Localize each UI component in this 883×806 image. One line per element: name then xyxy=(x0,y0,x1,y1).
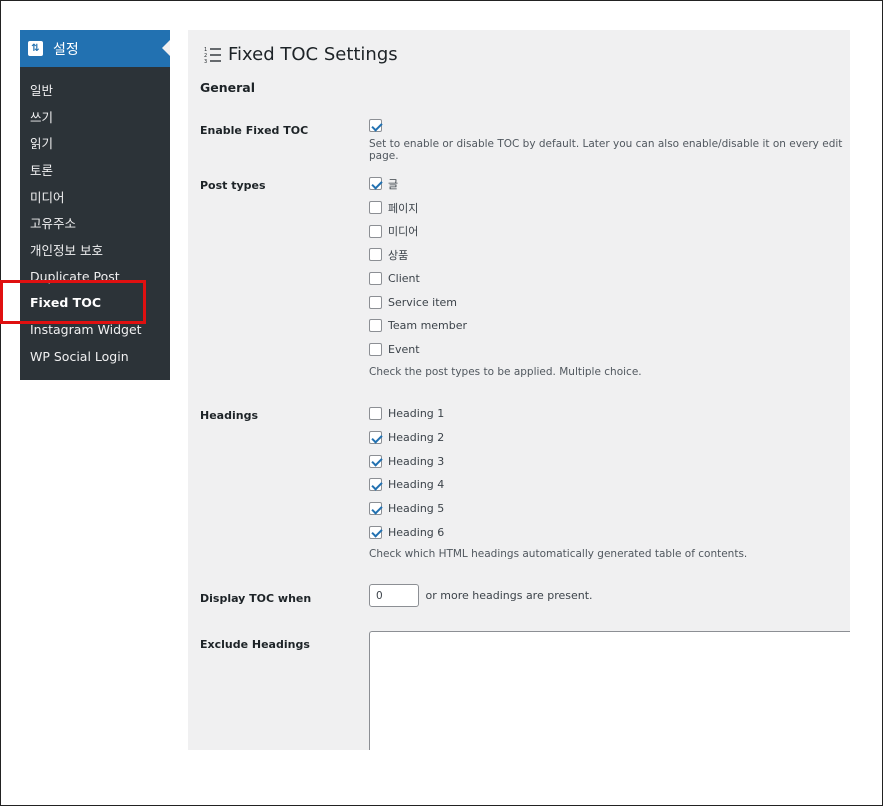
headings-field: Heading 1 Heading 2 Heading 3 Heading 4 Head… xyxy=(369,402,747,560)
display-when-label: Display TOC when xyxy=(200,592,312,605)
exclude-headings-textarea[interactable] xyxy=(369,631,850,750)
post-type-checkbox[interactable] xyxy=(369,319,382,333)
display-when-field: 0 or more headings are present. xyxy=(369,584,593,607)
settings-icon: ⇅ xyxy=(28,41,43,56)
settings-panel: 1 2 3 Fixed TOC Settings General Enable … xyxy=(188,30,850,750)
heading-option[interactable]: Heading 3 xyxy=(369,449,747,473)
highlight-box xyxy=(0,280,146,324)
post-type-description: Check the post types to be applied. Mult… xyxy=(369,365,642,378)
post-type-option-label: Service item xyxy=(388,295,458,309)
post-type-option[interactable]: Event xyxy=(369,338,642,362)
post-type-option[interactable]: 미디어 xyxy=(369,219,642,243)
heading-option-label: Heading 5 xyxy=(388,502,445,516)
section-heading-general: General xyxy=(200,80,255,95)
heading-option-label: Heading 1 xyxy=(388,407,445,421)
heading-checkbox[interactable] xyxy=(369,478,382,492)
admin-sidebar: ⇅ 설정 일반 쓰기 읽기 토론 미디어 고유주소 개인정보 보호 Duplicate Pos… xyxy=(20,30,170,380)
page-title-text: Fixed TOC Settings xyxy=(228,44,398,65)
sidebar-item[interactable]: 개인정보 보호 xyxy=(20,236,170,263)
post-type-option[interactable]: Client xyxy=(369,267,642,291)
heading-description: Check which HTML headings automatically … xyxy=(369,548,748,561)
current-menu-arrow xyxy=(162,40,170,56)
post-type-option[interactable]: 상품 xyxy=(369,243,642,267)
display-when-suffix: or more headings are present. xyxy=(425,589,593,602)
heading-checkbox[interactable] xyxy=(369,454,382,468)
sidebar-item[interactable]: 고유주소 xyxy=(20,209,170,236)
heading-option-label: Heading 2 xyxy=(388,431,445,445)
sidebar-item[interactable]: 일반 xyxy=(20,76,170,103)
sidebar-item[interactable]: 읽기 xyxy=(20,129,170,156)
post-type-option-label: Team member xyxy=(388,319,468,333)
heading-option-label: Heading 4 xyxy=(388,478,445,492)
post-type-checkbox[interactable] xyxy=(369,272,382,286)
post-type-option[interactable]: Team member xyxy=(369,314,642,338)
post-type-option-label: Event xyxy=(388,343,420,357)
post-type-option[interactable]: Service item xyxy=(369,290,642,314)
exclude-headings-label: Exclude Headings xyxy=(200,638,310,651)
min-headings-input[interactable]: 0 xyxy=(369,584,419,607)
post-types-label: Post types xyxy=(200,179,266,192)
enable-checkbox[interactable] xyxy=(369,119,382,133)
svg-text:3: 3 xyxy=(204,59,207,64)
heading-checkbox[interactable] xyxy=(369,502,382,516)
enable-label: Enable Fixed TOC xyxy=(200,124,309,137)
post-type-option[interactable]: 글 xyxy=(369,172,642,196)
enable-description: Set to enable or disable TOC by default.… xyxy=(369,137,843,162)
post-type-checkbox[interactable] xyxy=(369,201,382,215)
heading-option[interactable]: Heading 6 xyxy=(369,520,747,544)
post-type-option-label: 글 xyxy=(388,177,399,191)
post-type-checkbox[interactable] xyxy=(369,224,382,238)
heading-checkbox[interactable] xyxy=(369,525,382,539)
sidebar-header-label: 설정 xyxy=(53,41,79,58)
sidebar-item[interactable]: 토론 xyxy=(20,156,170,183)
toc-icon: 1 2 3 xyxy=(204,47,221,64)
post-type-option-label: Client xyxy=(388,272,420,286)
sidebar-item[interactable]: 쓰기 xyxy=(20,103,170,130)
post-type-option-label: 페이지 xyxy=(388,201,419,215)
post-type-option-label: 미디어 xyxy=(388,225,419,239)
post-type-option[interactable]: 페이지 xyxy=(369,196,642,220)
sidebar-submenu: 일반 쓰기 읽기 토론 미디어 고유주소 개인정보 보호 Duplicate Post Fixe… xyxy=(20,67,170,370)
heading-option[interactable]: Heading 1 xyxy=(369,402,747,426)
heading-option-label: Heading 6 xyxy=(388,525,445,539)
post-type-checkbox[interactable] xyxy=(369,295,382,309)
sidebar-item[interactable]: WP Social Login xyxy=(20,343,170,370)
post-type-checkbox[interactable] xyxy=(369,248,382,262)
post-type-option-label: 상품 xyxy=(388,248,409,262)
post-types-field: 글페이지미디어상품 Client Service item Team member Ev… xyxy=(369,172,642,378)
page-title: 1 2 3 Fixed TOC Settings xyxy=(204,44,398,65)
headings-label: Headings xyxy=(200,409,258,422)
heading-option[interactable]: Heading 5 xyxy=(369,497,747,521)
enable-field: Set to enable or disable TOC by default.… xyxy=(369,114,850,162)
post-type-checkbox[interactable] xyxy=(369,177,382,191)
heading-option-label: Heading 3 xyxy=(388,454,445,468)
heading-checkbox[interactable] xyxy=(369,431,382,445)
heading-option[interactable]: Heading 2 xyxy=(369,426,747,450)
heading-option[interactable]: Heading 4 xyxy=(369,473,747,497)
sidebar-item[interactable]: 미디어 xyxy=(20,183,170,210)
post-type-checkbox[interactable] xyxy=(369,343,382,357)
sidebar-settings-header[interactable]: ⇅ 설정 xyxy=(20,30,170,67)
heading-checkbox[interactable] xyxy=(369,407,382,421)
